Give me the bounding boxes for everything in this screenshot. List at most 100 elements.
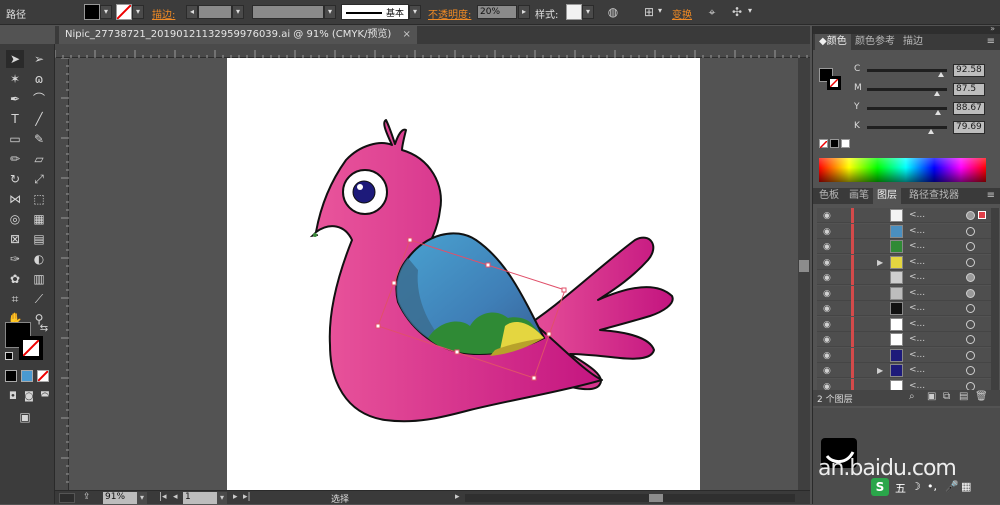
direct-selection-tool-icon[interactable]: ➢ [30, 50, 48, 68]
visibility-eye-icon[interactable]: ◉ [823, 274, 833, 283]
brush-definition-field[interactable]: 基本 [341, 4, 409, 20]
shape-builder-tool-icon[interactable]: ◎ [6, 210, 24, 228]
stroke-label[interactable]: 描边: [152, 6, 175, 21]
target-circle-icon[interactable] [966, 366, 975, 375]
target-circle-icon[interactable] [966, 319, 975, 329]
visibility-eye-icon[interactable]: ◉ [823, 243, 833, 252]
ime-punct-icon[interactable]: •, [927, 480, 937, 493]
layer-name[interactable]: <... [909, 226, 925, 236]
artboard-navigation-icon[interactable] [59, 493, 75, 503]
channel-slider-handle[interactable] [928, 129, 934, 134]
layer-row[interactable]: ◉ ▶ <... [817, 363, 991, 378]
stroke-swatch[interactable] [116, 4, 132, 20]
pencil-tool-icon[interactable]: ✏ [6, 150, 24, 168]
layer-row[interactable]: ◉ <... [817, 285, 991, 301]
free-transform-tool-icon[interactable]: ⬚ [30, 190, 48, 208]
delete-layer-icon[interactable]: 🗑 [975, 391, 988, 402]
gradient-tool-icon[interactable]: ▤ [30, 230, 48, 248]
color-stroke-box[interactable] [827, 76, 841, 90]
layer-row[interactable]: ◉ <... [817, 347, 991, 363]
curvature-tool-icon[interactable]: ⌒ [30, 90, 48, 108]
perspective-grid-tool-icon[interactable]: ▦ [30, 210, 48, 228]
eraser-tool-icon[interactable]: ▱ [30, 150, 48, 168]
create-sublayer-icon[interactable]: ⧉ [943, 391, 950, 402]
white-color-icon[interactable] [841, 139, 850, 148]
stroke-weight-stepper[interactable]: ◂ [186, 5, 198, 19]
layer-name[interactable]: <... [909, 288, 925, 298]
color-mode-icon[interactable] [5, 370, 17, 382]
close-tab-icon[interactable]: × [403, 29, 411, 40]
brush-dropdown-icon[interactable]: ▾ [409, 5, 421, 19]
bird-illustration[interactable] [69, 58, 798, 490]
variable-width-profile[interactable] [252, 5, 324, 19]
line-tool-icon[interactable]: ╱ [30, 110, 48, 128]
artboard-number-field[interactable]: 1 [183, 492, 217, 504]
tab-swatches[interactable]: 色板 [815, 188, 843, 204]
paintbrush-tool-icon[interactable]: ✎ [30, 130, 48, 148]
target-circle-icon[interactable] [966, 304, 975, 313]
layer-name[interactable]: <... [909, 257, 925, 267]
layer-row[interactable]: ◉ <... [817, 270, 991, 285]
layer-name[interactable]: <... [909, 303, 925, 313]
ime-mode-label[interactable]: 五 [895, 480, 906, 496]
visibility-eye-icon[interactable]: ◉ [823, 227, 833, 236]
artboard-tool-icon[interactable]: ⌗ [6, 290, 24, 308]
default-fill-stroke-icon[interactable] [5, 352, 13, 360]
stroke-dropdown-icon[interactable]: ▾ [132, 5, 144, 19]
stroke-weight-dropdown-icon[interactable]: ▾ [232, 5, 244, 19]
black-color-icon[interactable] [830, 139, 839, 148]
stroke-color-box[interactable] [19, 336, 43, 360]
visibility-eye-icon[interactable]: ◉ [823, 212, 833, 221]
layer-row[interactable]: ◉ ▶ <... [817, 254, 991, 270]
color-spectrum[interactable] [819, 158, 986, 182]
vertical-scroll-thumb[interactable] [799, 260, 809, 272]
panel-options-icon[interactable]: ≡ [987, 190, 995, 201]
zoom-dropdown-icon[interactable]: ▾ [137, 492, 147, 504]
channel-value-field[interactable]: 87.5 [953, 83, 985, 96]
tab-stroke[interactable]: 描边 [899, 34, 927, 50]
graphic-style-dropdown-icon[interactable]: ▾ [582, 5, 594, 19]
blend-tool-icon[interactable]: ◐ [30, 250, 48, 268]
panel-menu-dropdown-icon[interactable]: ▾ [744, 5, 756, 19]
visibility-eye-icon[interactable]: ◉ [823, 289, 833, 298]
draw-inside-icon[interactable]: ◚ [36, 388, 54, 406]
layer-name[interactable]: <... [909, 319, 925, 329]
visibility-eye-icon[interactable]: ◉ [823, 367, 833, 376]
layer-row[interactable]: ◉ <... [817, 301, 991, 316]
pen-tool-icon[interactable]: ✒ [6, 90, 24, 108]
tab-pathfinder[interactable]: 路径查找器 [905, 188, 963, 204]
width-tool-icon[interactable]: ⋈ [6, 190, 24, 208]
target-circle-icon[interactable] [966, 257, 975, 267]
layers-scrollbar[interactable] [991, 208, 999, 393]
tab-color[interactable]: ◆颜色 [815, 34, 851, 50]
expand-arrow-icon[interactable]: ▶ [877, 366, 883, 375]
artboard-dropdown-icon[interactable]: ▾ [217, 492, 227, 504]
layer-row[interactable]: ◉ <... [817, 332, 991, 347]
layer-name[interactable]: <... [909, 365, 925, 375]
visibility-eye-icon[interactable]: ◉ [823, 336, 833, 345]
horizontal-ruler[interactable] [54, 44, 810, 58]
selection-tool-icon[interactable]: ➤ [6, 50, 24, 68]
locate-object-icon[interactable]: ⌕ [909, 391, 915, 402]
channel-value-field[interactable]: 79.69 [953, 121, 985, 134]
target-circle-icon[interactable] [966, 226, 975, 236]
gradient-mode-icon[interactable] [21, 370, 33, 382]
first-artboard-icon[interactable]: |◂ [159, 492, 167, 502]
layer-row[interactable]: ◉ <... [817, 239, 991, 254]
tab-layers[interactable]: 图层 [873, 188, 901, 204]
visibility-eye-icon[interactable]: ◉ [823, 305, 833, 314]
anchor-point[interactable] [313, 233, 317, 237]
channel-slider[interactable] [867, 126, 947, 129]
channel-slider-handle[interactable] [934, 91, 941, 96]
visibility-eye-icon[interactable]: ◉ [823, 258, 833, 267]
panel-options-icon[interactable]: ≡ [987, 36, 995, 47]
zoom-field[interactable]: 91% [103, 492, 137, 504]
fill-dropdown-icon[interactable]: ▾ [100, 5, 112, 19]
channel-value-field[interactable]: 88.67 [953, 102, 985, 115]
selection-indicator[interactable] [978, 211, 986, 219]
recolor-artwork-icon[interactable]: ◍ [604, 4, 622, 20]
last-artboard-icon[interactable]: ▸| [243, 492, 251, 502]
isolate-group-icon[interactable]: ⌖ [703, 4, 721, 20]
target-circle-icon[interactable] [966, 242, 975, 251]
stroke-weight-field[interactable] [198, 5, 232, 19]
